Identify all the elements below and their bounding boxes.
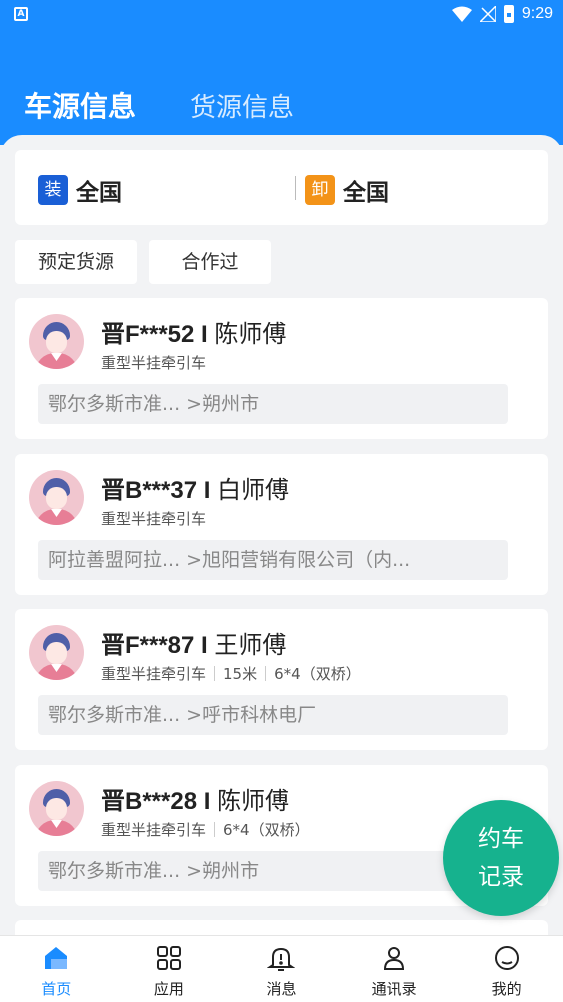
vehicle-title: 晋F***52 I 陈师傅 xyxy=(101,321,287,348)
filter-reserved-cargo[interactable]: 预定货源 xyxy=(15,240,137,284)
vehicle-title: 晋F***87 I 王师傅 xyxy=(101,632,287,659)
unload-location-picker[interactable]: 卸 全国 xyxy=(305,173,389,207)
app-notification-icon: A xyxy=(14,7,28,21)
vehicle-tags: 重型半挂牵引车 15米 6*4（双桥） xyxy=(101,665,361,683)
booking-records-button[interactable]: 约车 记录 xyxy=(443,800,559,916)
battery-icon xyxy=(503,5,514,23)
nav-contacts[interactable]: 通讯录 xyxy=(338,936,451,1002)
unload-badge: 卸 xyxy=(305,175,335,205)
bottom-nav: 首页 应用 消息 通讯录 我的 xyxy=(0,935,563,1002)
driver-avatar xyxy=(29,781,84,836)
route-info: 阿拉善盟阿拉... >旭阳营销有限公司（内... xyxy=(38,540,508,580)
contacts-icon xyxy=(384,947,405,970)
vehicle-tags: 重型半挂牵引车 xyxy=(101,354,207,372)
driver-avatar xyxy=(29,625,84,680)
vehicle-card[interactable]: 晋F***52 I 陈师傅 重型半挂牵引车 鄂尔多斯市准... >朔州市 xyxy=(15,298,548,439)
header: 车源信息 货源信息 xyxy=(0,30,563,145)
vehicle-tags: 重型半挂牵引车 6*4（双桥） xyxy=(101,821,310,839)
nav-home[interactable]: 首页 xyxy=(0,936,113,1002)
home-icon xyxy=(45,947,68,969)
nav-messages[interactable]: 消息 xyxy=(225,936,338,1002)
tab-vehicle-info[interactable]: 车源信息 xyxy=(24,85,136,125)
bell-icon xyxy=(267,947,296,971)
driver-avatar xyxy=(29,314,84,369)
route-info: 鄂尔多斯市准... >呼市科林电厂 xyxy=(38,695,508,735)
tab-cargo-info[interactable]: 货源信息 xyxy=(190,87,294,124)
load-location-text: 全国 xyxy=(76,180,122,206)
vehicle-tags: 重型半挂牵引车 xyxy=(101,510,207,528)
unload-location-text: 全国 xyxy=(343,180,389,206)
route-info: 鄂尔多斯市准... >朔州市 xyxy=(38,384,508,424)
vehicle-title: 晋B***37 I 白师傅 xyxy=(101,477,290,504)
vehicle-card[interactable]: 晋B***37 I 白师傅 重型半挂牵引车 阿拉善盟阿拉... >旭阳营销有限公… xyxy=(15,454,548,595)
no-signal-icon xyxy=(479,6,496,22)
route-info: 鄂尔多斯市准... >朔州市 xyxy=(38,851,508,891)
driver-avatar xyxy=(29,470,84,525)
divider xyxy=(295,176,296,200)
status-bar: A 9:29 xyxy=(0,0,563,30)
profile-icon xyxy=(494,946,519,970)
load-location-picker[interactable]: 装 全国 xyxy=(38,173,122,207)
vehicle-title: 晋B***28 I 陈师傅 xyxy=(101,788,290,815)
nav-apps[interactable]: 应用 xyxy=(113,936,226,1002)
location-selector: 装 全国 卸 全国 xyxy=(15,150,548,225)
clock: 9:29 xyxy=(521,5,553,22)
wifi-icon xyxy=(451,6,472,22)
apps-icon xyxy=(156,946,181,970)
filter-cooperated[interactable]: 合作过 xyxy=(149,240,271,284)
nav-profile[interactable]: 我的 xyxy=(450,936,563,1002)
load-badge: 装 xyxy=(38,175,68,205)
vehicle-card[interactable]: 晋F***87 I 王师傅 重型半挂牵引车 15米 6*4（双桥） 鄂尔多斯市准..… xyxy=(15,609,548,750)
